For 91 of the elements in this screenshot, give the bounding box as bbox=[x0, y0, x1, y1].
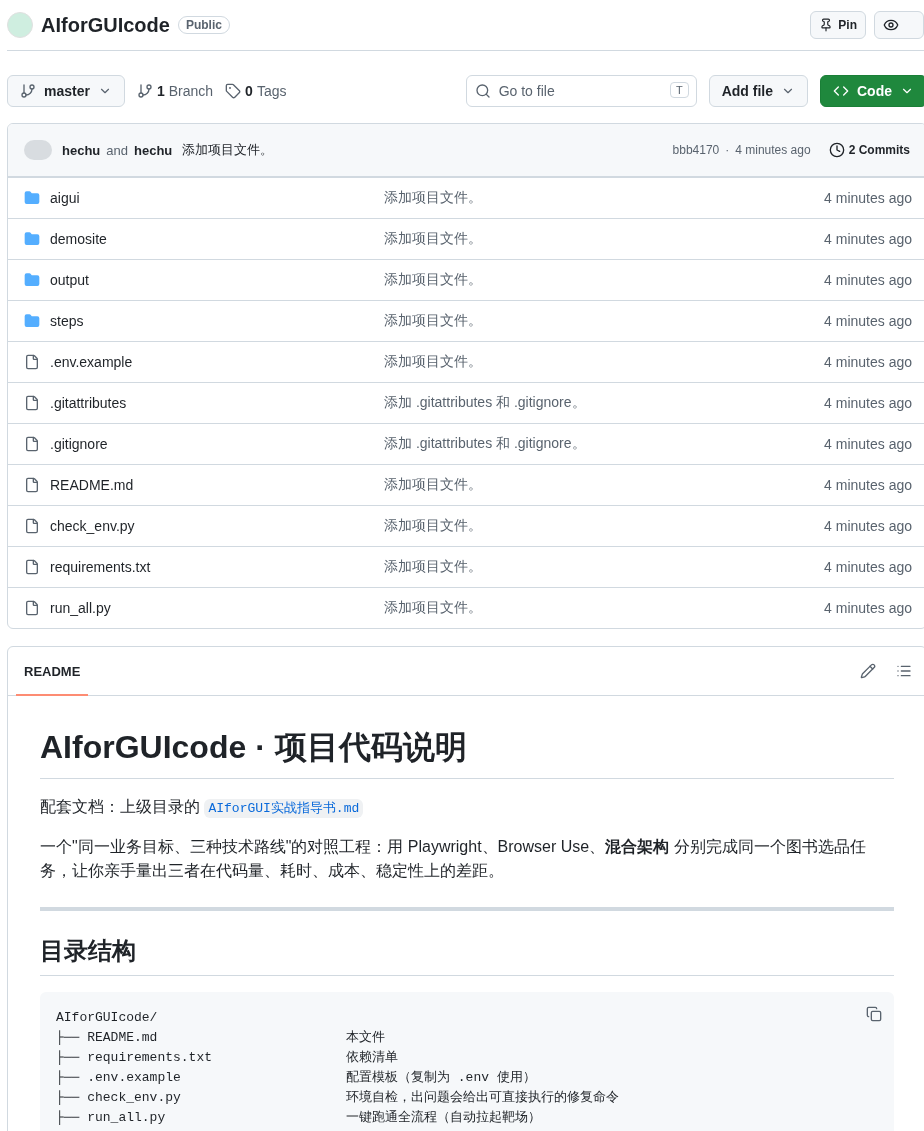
folder-icon bbox=[24, 231, 40, 247]
commit-message[interactable]: 添加项目文件。 bbox=[384, 517, 825, 535]
code-line: ├── check_env.py bbox=[56, 1089, 182, 1107]
code-line: ├── requirements.txt bbox=[56, 1049, 214, 1067]
branches-link[interactable]: 1 Branch bbox=[136, 83, 214, 99]
commit-hash[interactable]: bbb4170 bbox=[672, 143, 720, 157]
commit-message[interactable]: 添加项目文件。 bbox=[384, 189, 825, 207]
commit-message[interactable]: 添加项目文件。 bbox=[384, 353, 825, 371]
commit-time: 4 minutes ago bbox=[824, 436, 912, 452]
readme-title: AIforGUIcode · 项目代码说明 bbox=[40, 726, 894, 779]
commit-time: 4 minutes ago bbox=[735, 143, 811, 157]
commit-time: 4 minutes ago bbox=[824, 395, 912, 411]
file-link[interactable]: .env.example bbox=[24, 354, 384, 370]
commit-message[interactable]: 添加 .gitattributes 和 .gitignore。 bbox=[384, 394, 825, 412]
intro-paragraph: 一个"同一业务目标、三种技术路线"的对照工程：用 Playwright、Browser Use、混合架构 分别完成同一个图书选品任务，让你亲手量出三者在代码量、耗时、成本、稳定性上的差距。 bbox=[40, 837, 867, 881]
folder-icon bbox=[24, 272, 40, 288]
code-comment: 依赖清单 bbox=[346, 1049, 399, 1067]
file-icon bbox=[24, 477, 40, 493]
file-link[interactable]: requirements.txt bbox=[24, 559, 384, 575]
search-icon bbox=[474, 83, 491, 99]
shortcut-key: T bbox=[669, 82, 689, 98]
file-link[interactable]: check_env.py bbox=[24, 518, 384, 534]
code-comment: 一键跑通全流程（自动拉起靶场） bbox=[346, 1109, 542, 1127]
commit-message[interactable]: 添加 .gitattributes 和 .gitignore。 bbox=[384, 435, 825, 453]
code-button[interactable]: Code bbox=[820, 75, 924, 107]
repo-avatar bbox=[7, 12, 33, 38]
commit-time: 4 minutes ago bbox=[824, 190, 912, 206]
commit-time: 4 minutes ago bbox=[824, 518, 912, 534]
add-file-button[interactable]: Add file bbox=[708, 75, 808, 107]
commits-link[interactable]: 2 Commits bbox=[828, 142, 910, 158]
pencil-icon bbox=[860, 663, 876, 679]
tags-link[interactable]: 0 Tags bbox=[225, 83, 287, 99]
branch-button[interactable]: master bbox=[7, 75, 125, 107]
file-icon bbox=[24, 354, 40, 370]
file-link[interactable]: .gitattributes bbox=[24, 395, 384, 411]
code-line: AIforGUIcode/ bbox=[56, 1009, 159, 1027]
pin-icon bbox=[819, 18, 834, 32]
file-link[interactable]: aigui bbox=[24, 190, 384, 206]
list-icon bbox=[896, 663, 912, 679]
author-avatars bbox=[24, 140, 52, 160]
author-link[interactable]: hechu bbox=[134, 142, 173, 158]
readme-tab[interactable]: README bbox=[16, 648, 89, 696]
branch-icon bbox=[136, 83, 153, 99]
commit-time: 4 minutes ago bbox=[824, 477, 912, 493]
commit-message[interactable]: 添加项目文件。 bbox=[384, 271, 825, 289]
file-link[interactable]: demosite bbox=[24, 231, 384, 247]
commit-time: 4 minutes ago bbox=[824, 354, 912, 370]
doc-link[interactable]: AIforGUI实战指导书.md bbox=[204, 799, 364, 818]
code-line: ├── run_all.py bbox=[56, 1109, 167, 1127]
code-comment: 本文件 bbox=[346, 1029, 386, 1047]
commit-message[interactable]: 添加项目文件。 bbox=[384, 312, 825, 330]
commit-message[interactable]: 添加项目文件。 bbox=[384, 599, 825, 617]
section-heading: 目录结构 bbox=[40, 935, 894, 976]
code-line: ├── README.md bbox=[56, 1029, 159, 1047]
branch-icon bbox=[20, 83, 36, 99]
history-icon bbox=[828, 142, 845, 158]
watch-button[interactable] bbox=[874, 11, 924, 39]
commit-message[interactable]: 添加项目文件。 bbox=[182, 141, 274, 159]
code-comment: 配置模板（复制为 .env 使用） bbox=[346, 1069, 537, 1087]
file-link[interactable]: output bbox=[24, 272, 384, 288]
file-icon bbox=[24, 518, 40, 534]
file-link[interactable]: README.md bbox=[24, 477, 384, 493]
file-link[interactable]: steps bbox=[24, 313, 384, 329]
eye-icon bbox=[883, 17, 899, 33]
file-icon bbox=[24, 600, 40, 616]
folder-icon bbox=[24, 313, 40, 329]
file-icon bbox=[24, 395, 40, 411]
repo-name[interactable]: AIforGUIcode bbox=[41, 13, 170, 37]
pin-button[interactable]: Pin bbox=[810, 11, 866, 39]
file-link[interactable]: run_all.py bbox=[24, 600, 384, 616]
copy-icon bbox=[866, 1006, 882, 1022]
code-comment: 环境自检，出问题会给出可直接执行的修复命令 bbox=[346, 1089, 620, 1107]
commit-time: 4 minutes ago bbox=[824, 272, 912, 288]
author-joiner: and bbox=[106, 142, 128, 158]
code-icon bbox=[833, 83, 849, 99]
folder-icon bbox=[24, 190, 40, 206]
separator-dot: · bbox=[725, 143, 730, 157]
commit-time: 4 minutes ago bbox=[824, 313, 912, 329]
code-line: ├── .env.example bbox=[56, 1069, 182, 1087]
commit-message[interactable]: 添加项目文件。 bbox=[384, 476, 825, 494]
file-icon bbox=[24, 436, 40, 452]
commit-message[interactable]: 添加项目文件。 bbox=[384, 230, 825, 248]
commit-message[interactable]: 添加项目文件。 bbox=[384, 558, 825, 576]
file-link[interactable]: .gitignore bbox=[24, 436, 384, 452]
author-link[interactable]: hechu bbox=[62, 142, 101, 158]
commit-time: 4 minutes ago bbox=[824, 600, 912, 616]
tag-icon bbox=[225, 83, 242, 99]
commit-time: 4 minutes ago bbox=[824, 231, 912, 247]
file-icon bbox=[24, 559, 40, 575]
doc-reference: 配套文档：上级目录的 AIforGUI实战指导书.md bbox=[40, 795, 894, 819]
commit-time: 4 minutes ago bbox=[824, 559, 912, 575]
